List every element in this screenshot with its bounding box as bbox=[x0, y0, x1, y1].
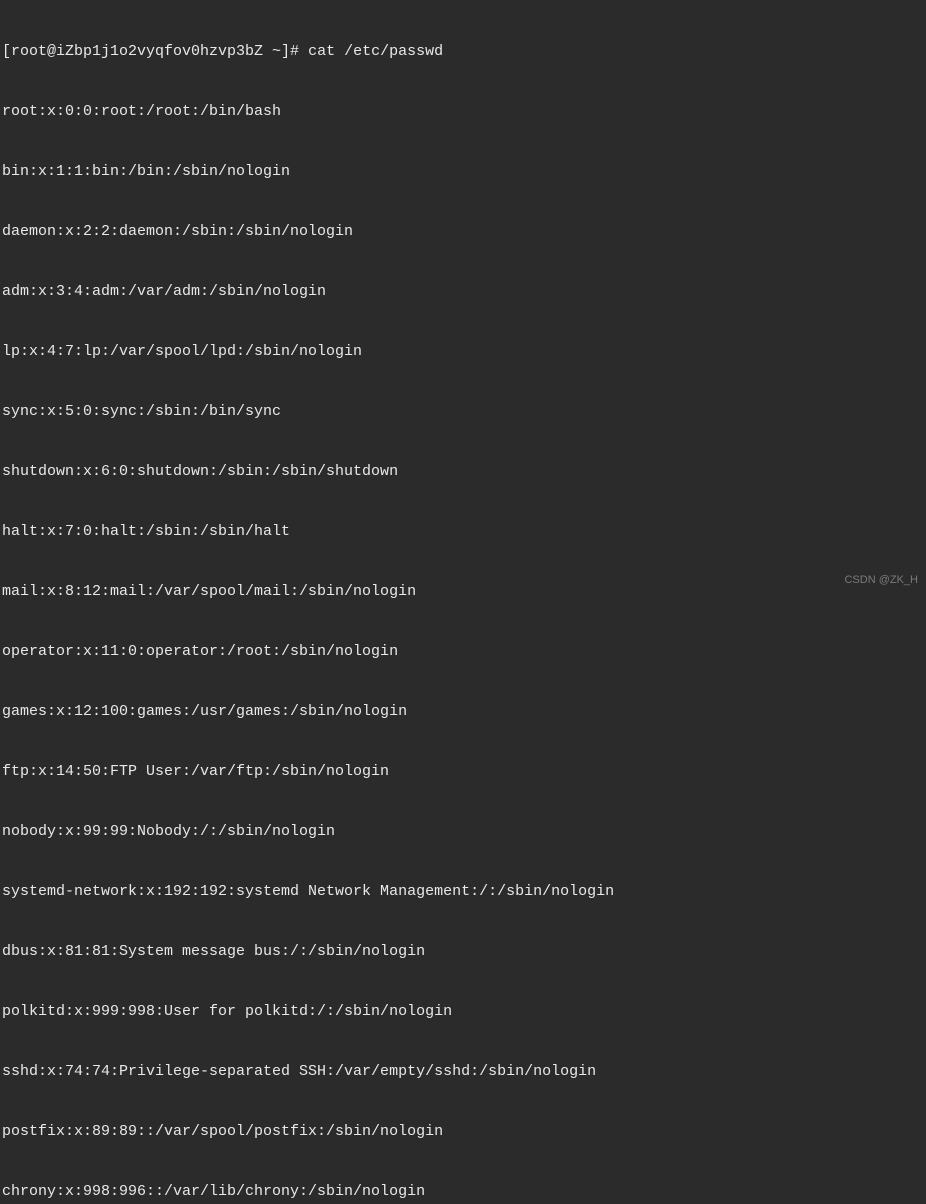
output-line: daemon:x:2:2:daemon:/sbin:/sbin/nologin bbox=[2, 222, 926, 242]
output-line: sshd:x:74:74:Privilege-separated SSH:/va… bbox=[2, 1062, 926, 1082]
terminal-line: [root@iZbp1j1o2vyqfov0hzvp3bZ ~]# cat /e… bbox=[2, 42, 926, 62]
output-line: chrony:x:998:996::/var/lib/chrony:/sbin/… bbox=[2, 1182, 926, 1202]
output-line: shutdown:x:6:0:shutdown:/sbin:/sbin/shut… bbox=[2, 462, 926, 482]
output-line: sync:x:5:0:sync:/sbin:/bin/sync bbox=[2, 402, 926, 422]
output-line: root:x:0:0:root:/root:/bin/bash bbox=[2, 102, 926, 122]
terminal-window[interactable]: [root@iZbp1j1o2vyqfov0hzvp3bZ ~]# cat /e… bbox=[0, 0, 926, 1204]
output-line: games:x:12:100:games:/usr/games:/sbin/no… bbox=[2, 702, 926, 722]
output-line: polkitd:x:999:998:User for polkitd:/:/sb… bbox=[2, 1002, 926, 1022]
output-line: nobody:x:99:99:Nobody:/:/sbin/nologin bbox=[2, 822, 926, 842]
output-line: ftp:x:14:50:FTP User:/var/ftp:/sbin/nolo… bbox=[2, 762, 926, 782]
output-line: systemd-network:x:192:192:systemd Networ… bbox=[2, 882, 926, 902]
output-line: lp:x:4:7:lp:/var/spool/lpd:/sbin/nologin bbox=[2, 342, 926, 362]
output-line: dbus:x:81:81:System message bus:/:/sbin/… bbox=[2, 942, 926, 962]
output-line: adm:x:3:4:adm:/var/adm:/sbin/nologin bbox=[2, 282, 926, 302]
output-line: postfix:x:89:89::/var/spool/postfix:/sbi… bbox=[2, 1122, 926, 1142]
output-line: halt:x:7:0:halt:/sbin:/sbin/halt bbox=[2, 522, 926, 542]
command-text: cat /etc/passwd bbox=[308, 43, 443, 60]
output-line: operator:x:11:0:operator:/root:/sbin/nol… bbox=[2, 642, 926, 662]
output-line: mail:x:8:12:mail:/var/spool/mail:/sbin/n… bbox=[2, 582, 926, 602]
output-line: bin:x:1:1:bin:/bin:/sbin/nologin bbox=[2, 162, 926, 182]
shell-prompt: [root@iZbp1j1o2vyqfov0hzvp3bZ ~]# bbox=[2, 43, 308, 60]
watermark-text: CSDN @ZK_H bbox=[844, 570, 918, 590]
